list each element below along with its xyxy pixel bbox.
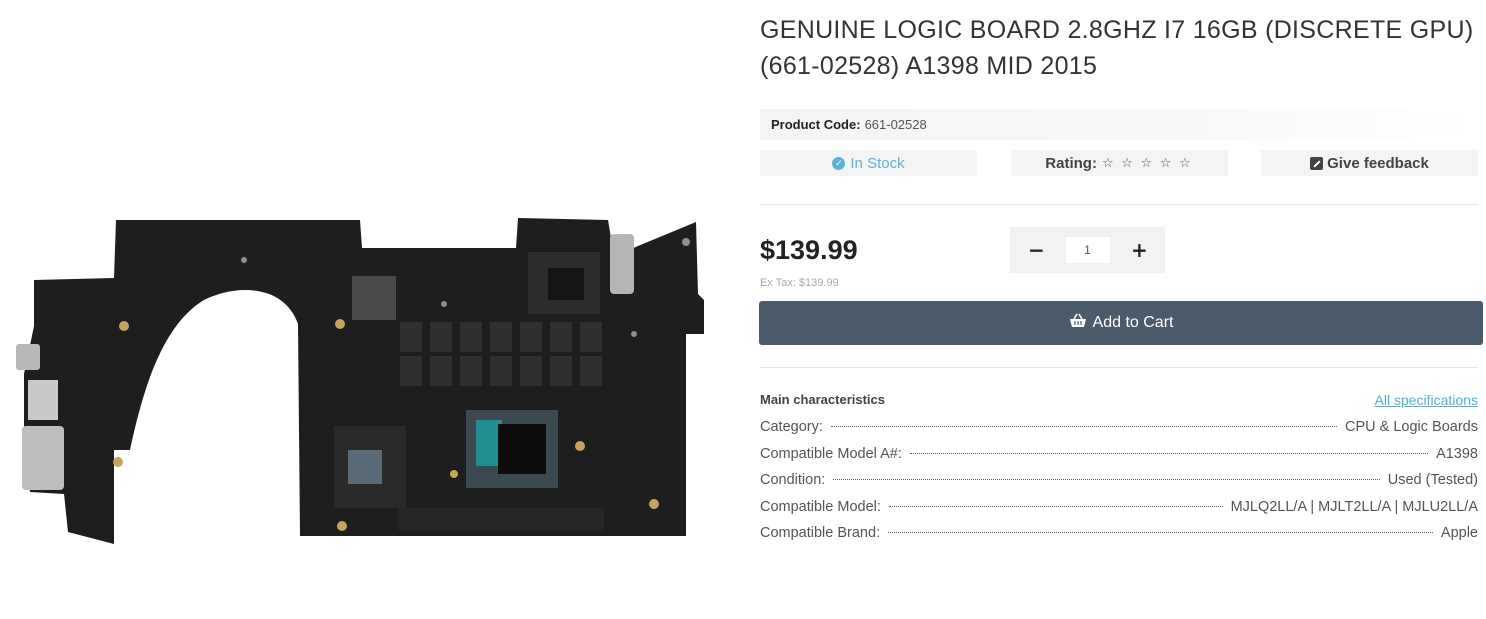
- spec-value: A1398: [1436, 445, 1478, 462]
- product-image[interactable]: [14, 214, 714, 544]
- ex-tax-price: Ex Tax: $139.99: [760, 277, 839, 289]
- spec-dots: [909, 452, 1429, 454]
- product-code-box: Product Code: 661-02528: [760, 109, 1478, 140]
- product-info: GENUINE LOGIC BOARD 2.8GHZ I7 16GB (DISC…: [759, 0, 1483, 552]
- spec-label: Compatible Model A#:: [760, 445, 902, 462]
- give-feedback-label: Give feedback: [1327, 154, 1429, 172]
- spec-value: Apple: [1440, 525, 1478, 541]
- product-title-line1: GENUINE LOGIC BOARD 2.8GHZ I7 16GB (DISC…: [760, 16, 1474, 44]
- spec-dots: [888, 532, 1433, 533]
- spec-label: Compatible Brand:: [760, 525, 881, 541]
- spec-row-brand: Compatible Brand: Apple: [760, 525, 1478, 552]
- product-image-pane: [0, 0, 740, 619]
- spec-value: CPU & Logic Boards: [1345, 419, 1478, 435]
- spec-row-compatible-model: Compatible Model: MJLQ2LL/A | MJLT2LL/A …: [760, 499, 1478, 526]
- product-title: GENUINE LOGIC BOARD 2.8GHZ I7 16GB (DISC…: [760, 12, 1478, 84]
- characteristics-header: Main characteristics All specifications: [760, 392, 1478, 408]
- rating-stars[interactable]: ☆ ☆ ☆ ☆ ☆: [1102, 155, 1193, 171]
- spec-dots: [888, 505, 1223, 507]
- check-circle-icon: ✓: [832, 156, 846, 170]
- edit-icon: [1310, 156, 1324, 170]
- spec-list: Category: CPU & Logic Boards Compatible …: [760, 419, 1478, 552]
- characteristics-title: Main characteristics: [760, 392, 886, 407]
- stock-status-text: In Stock: [850, 154, 905, 172]
- add-to-cart-label: Add to Cart: [1092, 314, 1174, 331]
- product-code-label: Product Code:: [771, 117, 861, 132]
- give-feedback-button[interactable]: Give feedback: [1261, 150, 1478, 176]
- divider: [760, 367, 1478, 368]
- spec-dots: [833, 479, 1380, 480]
- quantity-increase-button[interactable]: +: [1131, 238, 1148, 262]
- spec-dots: [830, 426, 1338, 427]
- price-row: $139.99 Ex Tax: $139.99 − +: [760, 205, 1478, 301]
- all-specifications-link[interactable]: All specifications: [1375, 392, 1479, 408]
- spec-value: Used (Tested): [1387, 472, 1478, 488]
- spec-label: Compatible Model:: [760, 498, 881, 515]
- basket-icon: [1069, 313, 1087, 333]
- spec-value: MJLQ2LL/A | MJLT2LL/A | MJLU2LL/A: [1230, 498, 1478, 515]
- stock-status-badge: ✓ In Stock: [760, 150, 977, 176]
- spec-row-condition: Condition: Used (Tested): [760, 472, 1478, 499]
- rating-badge: Rating: ☆ ☆ ☆ ☆ ☆: [1010, 150, 1228, 176]
- spec-label: Condition:: [760, 472, 826, 488]
- rating-label: Rating:: [1045, 154, 1097, 172]
- add-to-cart-button[interactable]: Add to Cart: [759, 301, 1483, 345]
- quantity-input[interactable]: [1065, 237, 1110, 263]
- spec-row-category: Category: CPU & Logic Boards: [760, 419, 1478, 446]
- quantity-decrease-button[interactable]: −: [1028, 238, 1045, 262]
- product-badges: ✓ In Stock Rating: ☆ ☆ ☆ ☆ ☆ Give feedba…: [760, 150, 1478, 176]
- spec-row-model-number: Compatible Model A#: A1398: [760, 446, 1478, 473]
- spec-label: Category:: [760, 419, 823, 435]
- product-price: $139.99: [760, 235, 858, 265]
- quantity-stepper: − +: [1010, 227, 1165, 273]
- product-title-line2: (661-02528) A1398 MID 2015: [760, 52, 1098, 80]
- product-code-value: 661-02528: [864, 117, 927, 132]
